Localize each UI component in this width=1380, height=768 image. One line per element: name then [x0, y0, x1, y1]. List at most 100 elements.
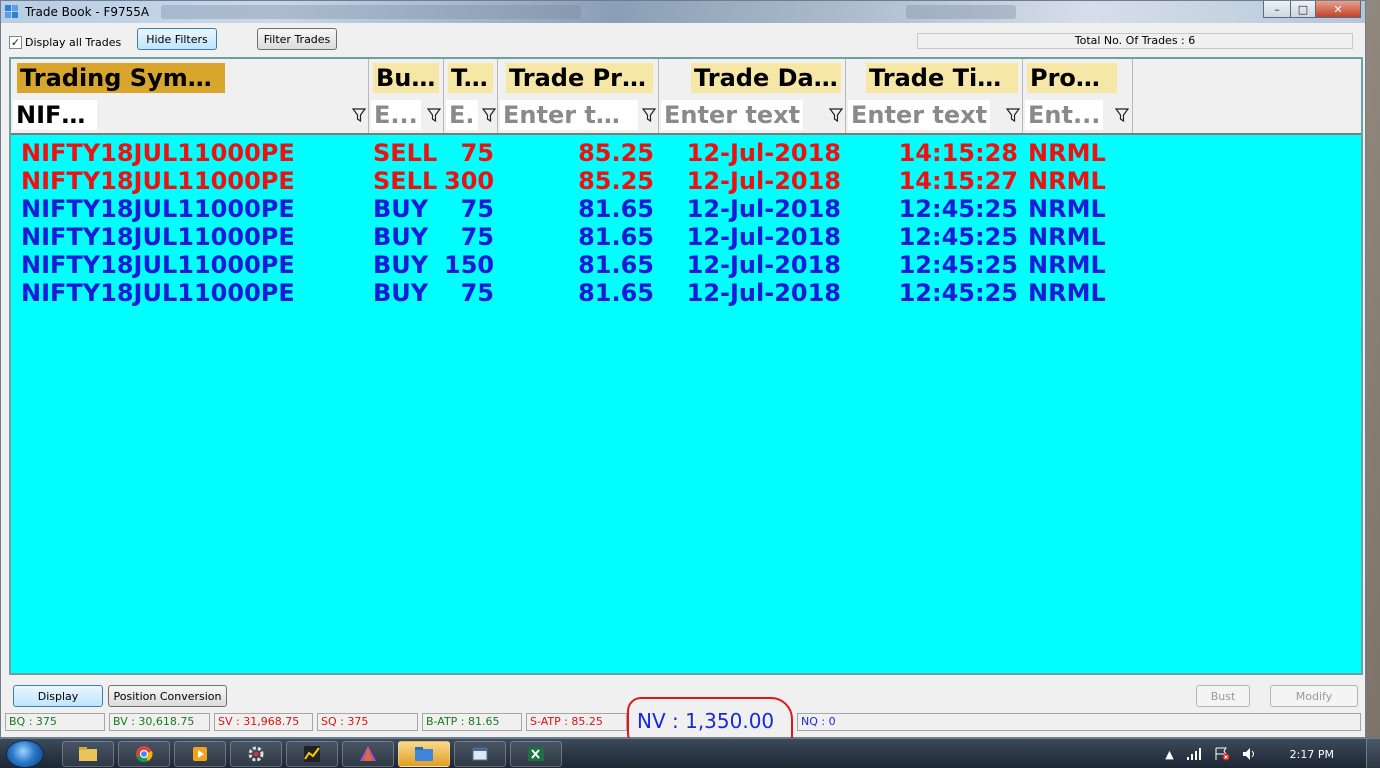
volume-icon[interactable] — [1242, 747, 1258, 761]
checkbox-check-icon[interactable]: ✓ — [9, 36, 22, 49]
prism-app-taskbar-button[interactable] — [342, 741, 394, 767]
cell-trade-date: 12-Jul-2018 — [686, 167, 841, 195]
trade-grid[interactable]: Trading Symbol Buy/Sell T... Trade Price… — [9, 57, 1363, 675]
cell-symbol: NIFTY18JUL11000PE — [21, 139, 295, 167]
excel-icon — [528, 747, 544, 761]
filter-cell-trade-date[interactable]: Enter text — [659, 97, 846, 133]
filter-cell-trading-symbol[interactable]: NIFTY — [11, 97, 369, 133]
cell-trade-time: 14:15:27 — [898, 167, 1018, 195]
hide-filters-button[interactable]: Hide Filters — [137, 28, 217, 50]
cell-trade-price: 85.25 — [578, 139, 654, 167]
cell-trade-qty: 75 — [460, 195, 494, 223]
table-row[interactable]: NIFTY18JUL11000PE BUY 75 81.65 12-Jul-2018 12… — [11, 279, 1361, 307]
column-header-label: Trade Time — [866, 63, 1018, 93]
column-header-trade-qty[interactable]: T... — [444, 59, 498, 97]
column-header-label: Trade Date — [691, 63, 841, 93]
column-header-product[interactable]: Product — [1023, 59, 1133, 97]
cell-trade-qty: 300 — [444, 167, 495, 195]
filter-funnel-icon[interactable] — [482, 107, 496, 123]
taskbar-clock[interactable]: 2:17 PM — [1290, 748, 1334, 761]
cell-product: NRML — [1028, 223, 1106, 251]
maximize-button[interactable]: □ — [1290, 1, 1316, 18]
system-tray: ▲ 2:17 PM — [1165, 747, 1334, 761]
filter-cell-trade-qty[interactable]: E. — [444, 97, 498, 133]
column-header-trade-time[interactable]: Trade Time — [846, 59, 1023, 97]
display-all-trades-checkbox[interactable]: ✓ Display all Trades — [9, 36, 121, 49]
cell-trade-date: 12-Jul-2018 — [686, 251, 841, 279]
table-row[interactable]: NIFTY18JUL11000PE BUY 75 81.65 12-Jul-2018 12… — [11, 195, 1361, 223]
column-header-label: T... — [448, 63, 493, 93]
bottom-panel: Display Position Conversion Bust Modify … — [1, 677, 1365, 751]
filter-cell-trade-price[interactable]: Enter text — [498, 97, 659, 133]
table-row[interactable]: NIFTY18JUL11000PE BUY 75 81.65 12-Jul-2018 12… — [11, 223, 1361, 251]
filter-input-trade-qty[interactable]: E. — [446, 100, 478, 130]
display-button[interactable]: Display — [13, 685, 103, 707]
table-row[interactable]: NIFTY18JUL11000PE SELL 75 85.25 12-Jul-2018 1… — [11, 139, 1361, 167]
cell-product: NRML — [1028, 195, 1106, 223]
gear-app-taskbar-button[interactable] — [230, 741, 282, 767]
explorer-taskbar-button[interactable] — [62, 741, 114, 767]
column-header-buy-sell[interactable]: Buy/Sell — [369, 59, 444, 97]
filter-funnel-icon[interactable] — [1115, 107, 1129, 123]
filter-trades-button[interactable]: Filter Trades — [257, 28, 337, 50]
close-button[interactable]: ✕ — [1315, 1, 1361, 18]
show-hidden-icons-icon[interactable]: ▲ — [1165, 748, 1173, 761]
filter-cell-product[interactable]: Ent... — [1023, 97, 1133, 133]
position-conversion-button[interactable]: Position Conversion — [108, 685, 227, 707]
column-header-label: Trade Price — [506, 63, 653, 93]
column-header-trade-date[interactable]: Trade Date — [659, 59, 846, 97]
filter-cell-buy-sell[interactable]: E... — [369, 97, 444, 133]
action-center-icon[interactable] — [1214, 747, 1230, 761]
filter-funnel-icon[interactable] — [642, 107, 656, 123]
window-title: Trade Book - F9755A — [25, 5, 150, 19]
cell-trade-date: 12-Jul-2018 — [686, 279, 841, 307]
filter-funnel-icon[interactable] — [352, 107, 366, 123]
column-header-trading-symbol[interactable]: Trading Symbol — [11, 59, 369, 97]
filter-funnel-icon[interactable] — [427, 107, 441, 123]
cell-symbol: NIFTY18JUL11000PE — [21, 251, 295, 279]
media-player-taskbar-button[interactable] — [174, 741, 226, 767]
bust-button[interactable]: Bust — [1196, 685, 1250, 707]
network-signal-icon[interactable] — [1186, 747, 1202, 761]
cell-trade-qty: 150 — [444, 251, 495, 279]
minimize-button[interactable]: – — [1263, 1, 1291, 18]
cell-trade-qty: 75 — [460, 279, 494, 307]
show-desktop-button[interactable] — [1366, 739, 1380, 768]
column-header-label: Product — [1027, 63, 1117, 93]
filter-funnel-icon[interactable] — [829, 107, 843, 123]
column-header-label: Buy/Sell — [373, 63, 439, 93]
table-row[interactable]: NIFTY18JUL11000PE SELL 300 85.25 12-Jul-2018… — [11, 167, 1361, 195]
cell-product: NRML — [1028, 167, 1106, 195]
filter-input-trading-symbol[interactable]: NIFTY — [13, 100, 97, 130]
window-app-taskbar-button[interactable] — [454, 741, 506, 767]
modify-button[interactable]: Modify — [1270, 685, 1358, 707]
cell-symbol: NIFTY18JUL11000PE — [21, 223, 295, 251]
filter-funnel-icon[interactable] — [1006, 107, 1020, 123]
filter-input-trade-date[interactable]: Enter text — [661, 100, 804, 130]
column-header-trade-price[interactable]: Trade Price — [498, 59, 659, 97]
filter-input-buy-sell[interactable]: E... — [371, 100, 421, 130]
cell-trade-time: 12:45:25 — [898, 195, 1018, 223]
title-blurred-region — [906, 5, 1016, 19]
folder-app-taskbar-button[interactable] — [398, 741, 450, 767]
filter-input-product[interactable]: Ent... — [1025, 100, 1104, 130]
table-row[interactable]: NIFTY18JUL11000PE BUY 150 81.65 12-Jul-2018 1… — [11, 251, 1361, 279]
folder-icon — [415, 747, 433, 761]
filter-row: NIFTY E... E. Enter text Enter text Ente… — [11, 97, 1361, 135]
cell-buy-sell: SELL — [373, 139, 438, 167]
chrome-taskbar-button[interactable] — [118, 741, 170, 767]
cell-symbol: NIFTY18JUL11000PE — [21, 195, 295, 223]
excel-taskbar-button[interactable] — [510, 741, 562, 767]
cell-trade-date: 12-Jul-2018 — [686, 223, 841, 251]
filter-cell-trade-time[interactable]: Enter text — [846, 97, 1023, 133]
filter-input-trade-time[interactable]: Enter text — [848, 100, 991, 130]
grid-header-row: Trading Symbol Buy/Sell T... Trade Price… — [11, 59, 1361, 97]
title-bar[interactable]: Trade Book - F9755A – □ ✕ — [1, 1, 1365, 23]
start-button[interactable] — [6, 740, 44, 768]
chart-app-taskbar-button[interactable] — [286, 741, 338, 767]
filter-input-trade-price[interactable]: Enter text — [500, 100, 638, 130]
cell-product: NRML — [1028, 139, 1106, 167]
prism-icon — [360, 746, 376, 761]
cell-trade-qty: 75 — [460, 223, 494, 251]
cell-trade-date: 12-Jul-2018 — [686, 195, 841, 223]
